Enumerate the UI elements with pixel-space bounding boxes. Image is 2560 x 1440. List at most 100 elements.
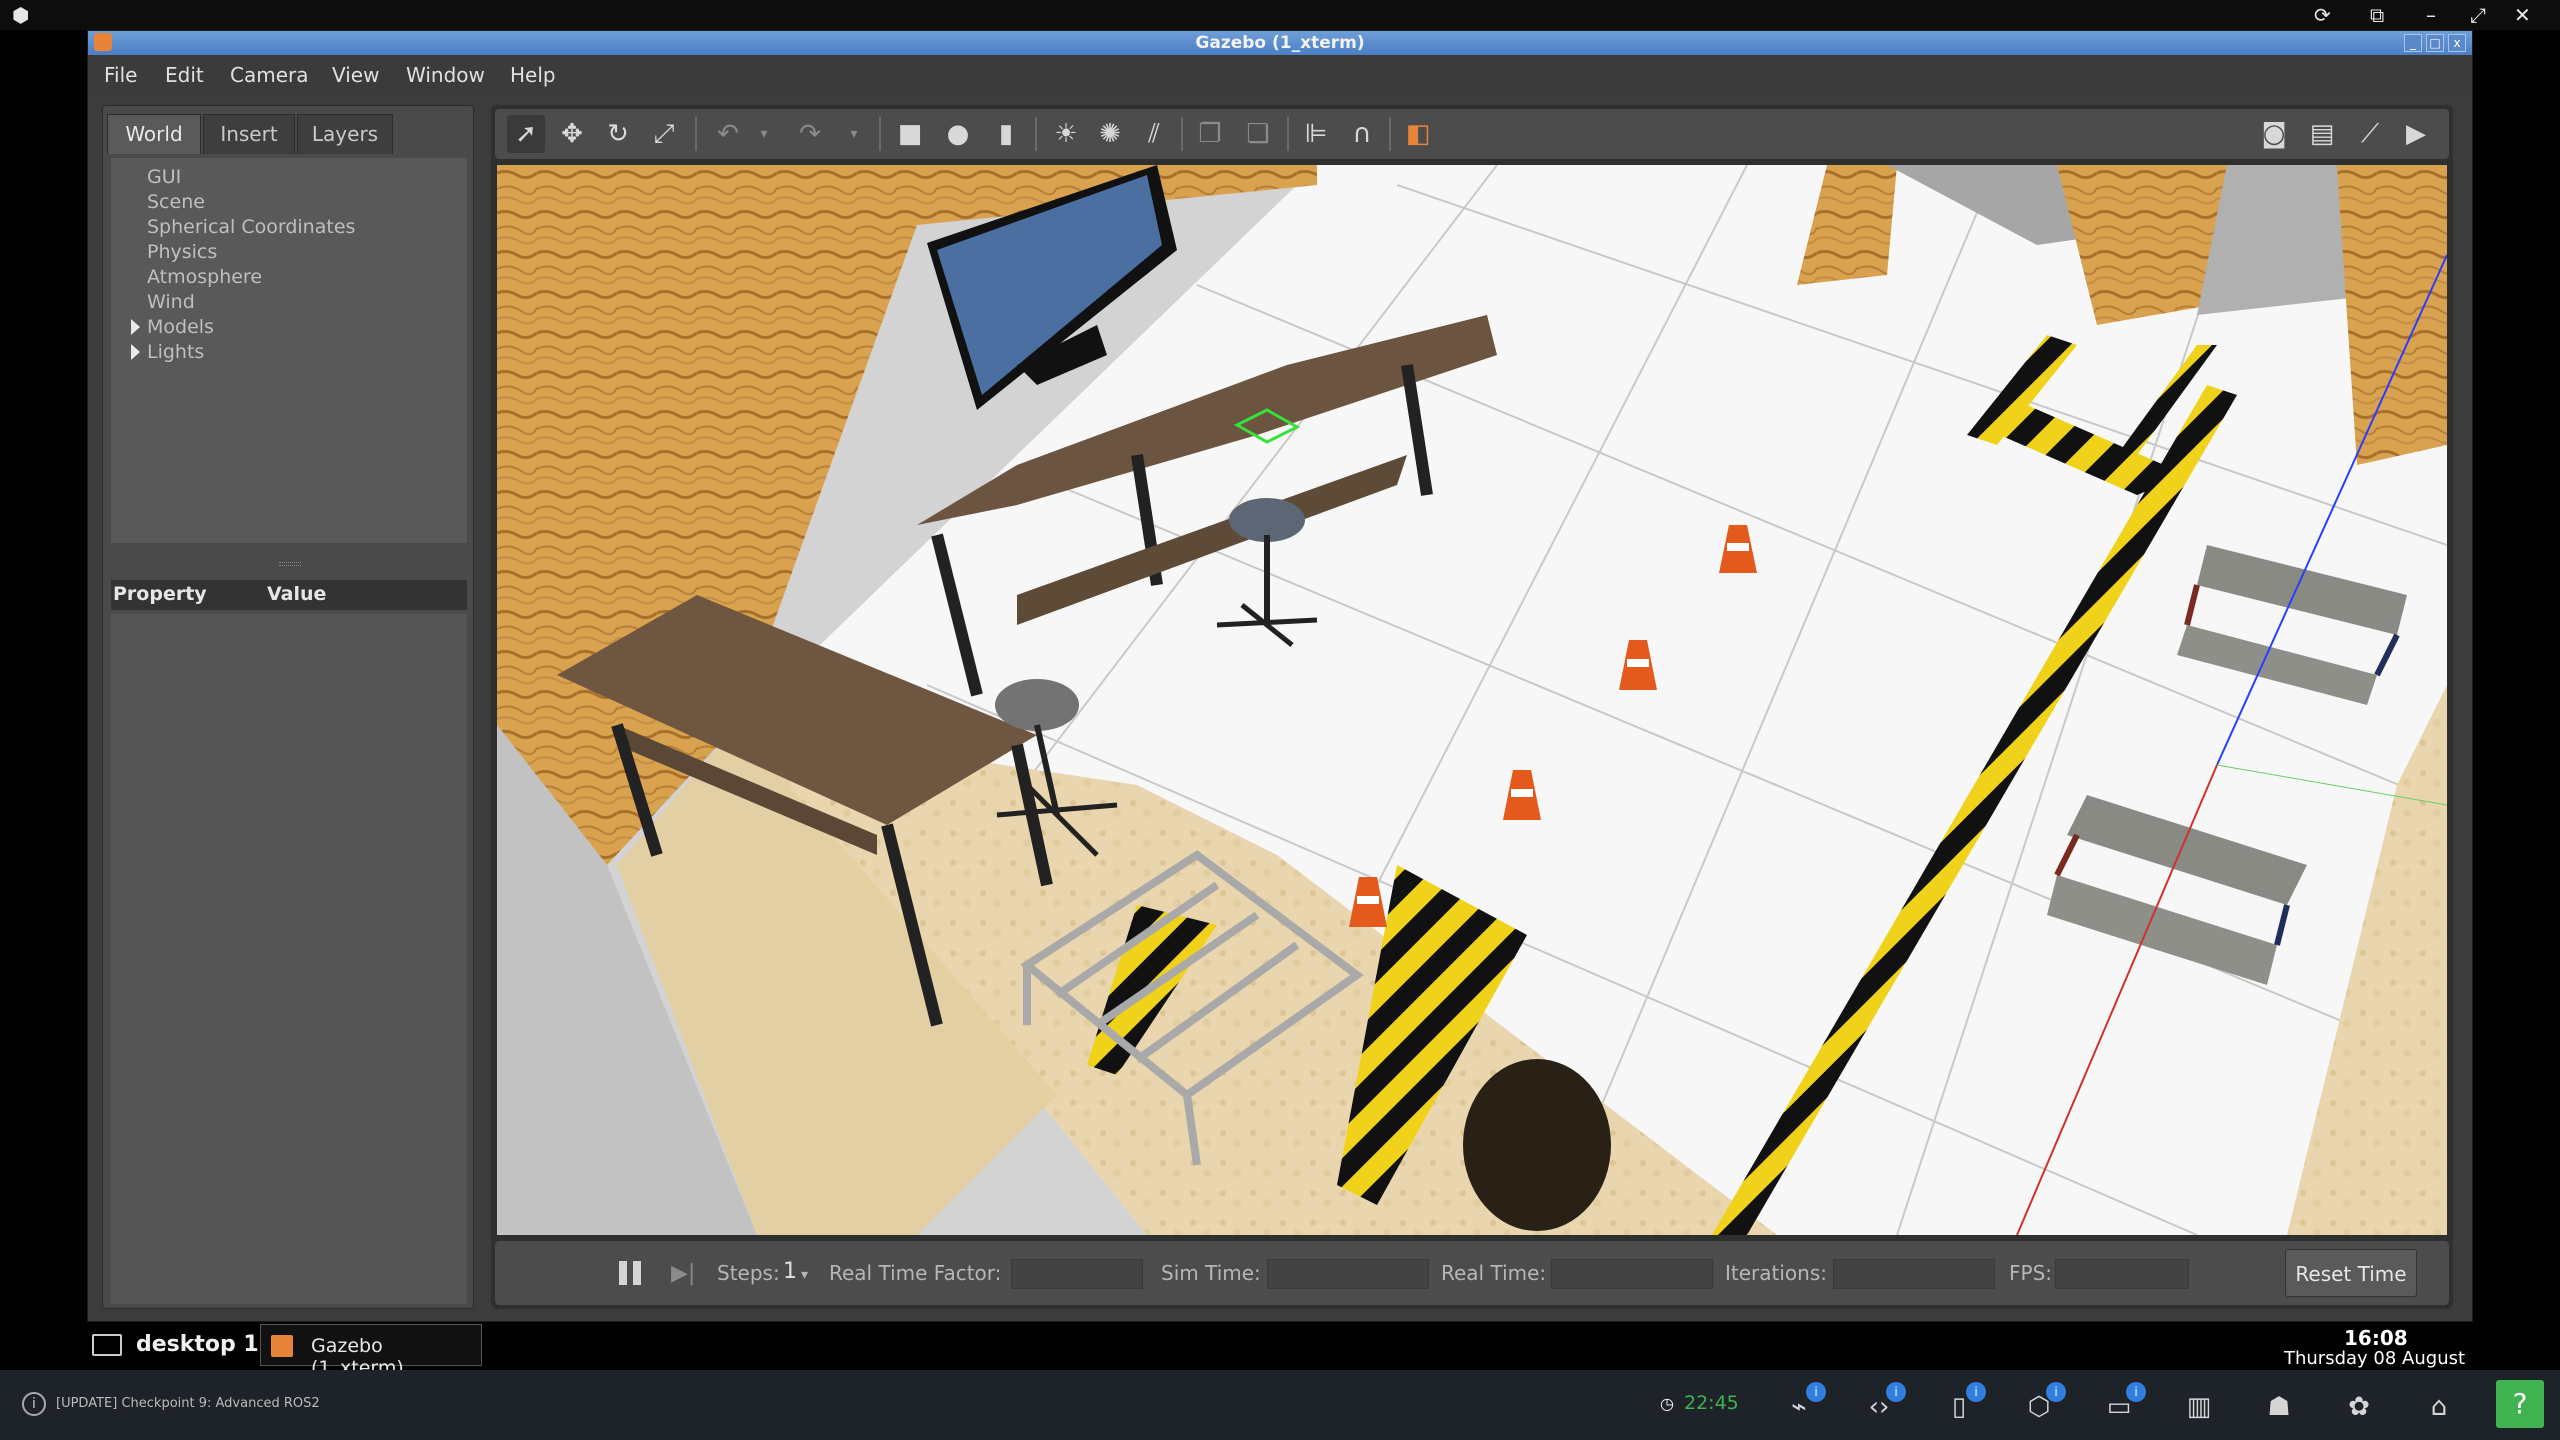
pause-icon-bar: [633, 1261, 641, 1285]
toolbar-separator: [1389, 117, 1391, 151]
menu-view[interactable]: View: [332, 63, 379, 87]
tree-item-spherical-coordinates[interactable]: Spherical Coordinates: [147, 216, 355, 238]
gazebo-window: Gazebo (1_xterm) _ □ x File Edit Camera …: [87, 30, 2473, 1322]
tab-layers[interactable]: Layers: [297, 114, 393, 154]
code-editor-icon[interactable]: ‹› i: [1862, 1382, 1906, 1424]
minimize-icon[interactable]: –: [2426, 4, 2436, 26]
toolbar-separator: [1035, 117, 1037, 151]
ai-assistant-icon[interactable]: ✿: [2342, 1390, 2376, 1424]
directional-light-icon[interactable]: ⫽: [1135, 115, 1173, 153]
log-icon[interactable]: ▤: [2303, 115, 2341, 153]
splitter-handle[interactable]: [279, 562, 301, 566]
rtf-field: [1011, 1259, 1143, 1289]
tree-item-physics[interactable]: Physics: [147, 241, 217, 263]
timer-value: 22:45: [1684, 1392, 1739, 1414]
tree-item-models[interactable]: Models: [131, 316, 214, 338]
tab-insert[interactable]: Insert: [203, 114, 295, 154]
menu-edit[interactable]: Edit: [165, 63, 204, 87]
refresh-icon[interactable]: ⟳: [2314, 4, 2331, 26]
sphere-icon[interactable]: ●: [939, 115, 977, 153]
undo-icon[interactable]: ↶: [709, 115, 747, 153]
window-title: Gazebo (1_xterm): [1195, 33, 1365, 53]
undo-dropdown-icon[interactable]: ▾: [745, 115, 783, 153]
window-close-button[interactable]: x: [2448, 34, 2466, 52]
expand-arrow-icon[interactable]: [131, 319, 140, 335]
tree-item-lights[interactable]: Lights: [131, 341, 205, 363]
viewport-frame: ➚ ✥ ↻ ⤢ ↶ ▾ ↷ ▾ ■ ● ▮ ☀ ✺ ⫽ ❐ ❏ ⊫ ∩ ◧ ◙: [491, 105, 2453, 1309]
copy-icon[interactable]: ❐: [1191, 115, 1229, 153]
window-titlebar[interactable]: Gazebo (1_xterm) _ □ x: [88, 31, 2472, 55]
reset-time-button[interactable]: Reset Time: [2285, 1249, 2417, 1297]
paste-icon[interactable]: ❏: [1239, 115, 1277, 153]
steps-value[interactable]: 1: [783, 1259, 797, 1284]
tree-item-scene[interactable]: Scene: [147, 191, 205, 213]
close-icon[interactable]: ✕: [2514, 4, 2531, 26]
robot-assistant-icon[interactable]: ☗: [2262, 1390, 2296, 1424]
tree-item-atmosphere[interactable]: Atmosphere: [147, 266, 262, 288]
menu-bar: File Edit Camera View Window Help: [88, 55, 2472, 95]
screenshot-icon[interactable]: ◙: [2255, 115, 2293, 153]
real-time-field: [1551, 1259, 1713, 1289]
redo-icon[interactable]: ↷: [791, 115, 829, 153]
steps-dropdown-icon[interactable]: ▾: [801, 1267, 808, 1283]
property-table-body: [111, 614, 467, 1304]
system-top-bar: ⬢ ⟳ ⧉ – ⤢ ✕: [0, 0, 2560, 30]
desktop-label[interactable]: desktop 1: [136, 1332, 259, 1357]
redo-dropdown-icon[interactable]: ▾: [835, 115, 873, 153]
translate-icon[interactable]: ✥: [553, 115, 591, 153]
task-gazebo[interactable]: Gazebo (1_xterm): [260, 1324, 482, 1379]
pause-icon[interactable]: [619, 1261, 627, 1285]
book-icon[interactable]: ▥: [2182, 1390, 2216, 1424]
step-icon[interactable]: ▶|: [671, 1261, 695, 1286]
help-button[interactable]: ?: [2496, 1380, 2544, 1428]
expand-arrow-icon[interactable]: [131, 344, 140, 360]
align-icon[interactable]: ⊫: [1297, 115, 1335, 153]
sim-time-label: Sim Time:: [1161, 1261, 1261, 1285]
3d-scene-viewport[interactable]: [497, 165, 2447, 1235]
fps-label: FPS:: [2009, 1261, 2052, 1285]
timer-icon: ◷: [1660, 1394, 1674, 1413]
menu-file[interactable]: File: [104, 63, 137, 87]
notification-badge: i: [1886, 1382, 1906, 1402]
plot-icon[interactable]: ⟋: [2351, 115, 2389, 153]
toolbar-separator: [1181, 117, 1183, 151]
tree-item-gui[interactable]: GUI: [147, 166, 181, 188]
real-time-label: Real Time:: [1441, 1261, 1547, 1285]
toolbar-separator: [879, 117, 881, 151]
terminal-icon[interactable]: ⌁ i: [1782, 1382, 1826, 1424]
notebook-icon[interactable]: ▯ i: [1942, 1382, 1986, 1424]
rotate-icon[interactable]: ↻: [599, 115, 637, 153]
window-maximize-button[interactable]: □: [2426, 34, 2444, 52]
menu-help[interactable]: Help: [510, 63, 556, 87]
property-table-header: Property Value: [111, 580, 467, 610]
maximize-icon[interactable]: ⤢: [2470, 4, 2486, 26]
cylinder-icon[interactable]: ▮: [987, 115, 1025, 153]
tree-item-wind[interactable]: Wind: [147, 291, 195, 313]
spot-light-icon[interactable]: ✺: [1091, 115, 1129, 153]
tab-world[interactable]: World: [107, 114, 201, 154]
toolbar-separator: [1287, 117, 1289, 151]
window-minimize-button[interactable]: _: [2404, 34, 2422, 52]
open-external-icon[interactable]: ⧉: [2370, 4, 2384, 26]
notification-badge: i: [2126, 1382, 2146, 1402]
tree-item-label: Lights: [147, 341, 205, 363]
view-angle-icon[interactable]: ◧: [1399, 115, 1437, 153]
gazebo-cube-icon[interactable]: ⬡ i: [2022, 1382, 2066, 1424]
box-icon[interactable]: ■: [891, 115, 929, 153]
monitor-icon[interactable]: ▭ i: [2102, 1382, 2146, 1424]
select-arrow-icon[interactable]: ➚: [507, 115, 545, 153]
left-panel: World Insert Layers GUI Scene Spherical …: [102, 105, 474, 1309]
scene-render: [497, 165, 2447, 1235]
desktop-icon[interactable]: [92, 1334, 122, 1356]
scale-icon[interactable]: ⤢: [645, 115, 683, 153]
notification-badge: i: [1806, 1382, 1826, 1402]
point-light-icon[interactable]: ☀: [1047, 115, 1085, 153]
video-record-icon[interactable]: ▶: [2397, 115, 2435, 153]
info-icon[interactable]: i: [22, 1392, 46, 1416]
menu-window[interactable]: Window: [406, 63, 485, 87]
home-icon[interactable]: ⌂: [2422, 1390, 2456, 1424]
snap-icon[interactable]: ∩: [1343, 115, 1381, 153]
iterations-field: [1833, 1259, 1995, 1289]
status-bar: i [UPDATE] Checkpoint 9: Advanced ROS2 ◷…: [0, 1370, 2560, 1440]
menu-camera[interactable]: Camera: [230, 63, 309, 87]
